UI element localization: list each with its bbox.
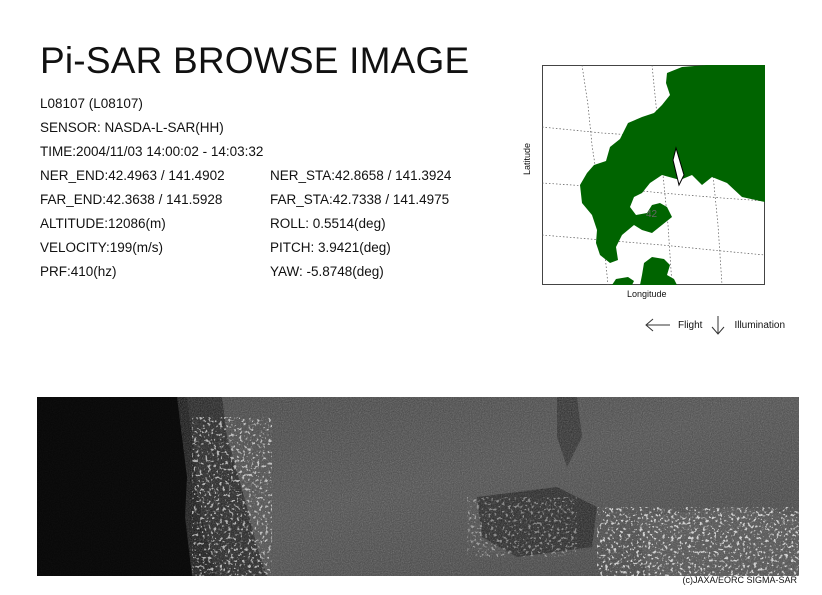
grid-label: 42 (646, 209, 658, 220)
longitude-label: Longitude (627, 289, 667, 299)
metadata-panel: L08107 (L08107) SENSOR: NASDA-L-SAR(HH) … (40, 92, 470, 284)
flight-label: Flight (678, 319, 703, 331)
far-end: FAR_END:42.3638 / 141.5928 (40, 192, 223, 207)
page-title: Pi-SAR BROWSE IMAGE (40, 40, 470, 81)
metadata-row: NER_END:42.4963 / 141.4902 NER_STA:42.86… (40, 164, 470, 188)
yaw: YAW: -5.8748(deg) (270, 264, 384, 279)
latitude-label: Latitude (522, 142, 532, 175)
map-svg: 42 (542, 65, 765, 285)
far-sta: FAR_STA:42.7338 / 141.4975 (270, 192, 450, 207)
prf: PRF:410(hz) (40, 264, 117, 279)
metadata-row: TIME:2004/11/03 14:00:02 - 14:03:32 (40, 140, 470, 164)
direction-legend: Flight Illumination (644, 314, 785, 336)
browse-page: Pi-SAR BROWSE IMAGE L08107 (L08107) SENS… (0, 0, 822, 595)
metadata-row: SENSOR: NASDA-L-SAR(HH) (40, 116, 470, 140)
sar-image (37, 397, 799, 576)
ner-end: NER_END:42.4963 / 141.4902 (40, 168, 225, 183)
metadata-row: L08107 (L08107) (40, 92, 470, 116)
metadata-row: ALTITUDE:12086(m) ROLL: 0.5514(deg) (40, 212, 470, 236)
location-map: 42 (542, 65, 765, 285)
metadata-row: VELOCITY:199(m/s) PITCH: 3.9421(deg) (40, 236, 470, 260)
roll: ROLL: 0.5514(deg) (270, 216, 386, 231)
sensor: SENSOR: NASDA-L-SAR(HH) (40, 120, 224, 135)
velocity: VELOCITY:199(m/s) (40, 240, 164, 255)
metadata-row: FAR_END:42.3638 / 141.5928 FAR_STA:42.73… (40, 188, 470, 212)
acquisition-time: TIME:2004/11/03 14:00:02 - 14:03:32 (40, 144, 264, 159)
ner-sta: NER_STA:42.8658 / 141.3924 (270, 168, 452, 183)
copyright-credit: (c)JAXA/EORC SIGMA-SAR (682, 575, 797, 585)
metadata-row: PRF:410(hz) YAW: -5.8748(deg) (40, 260, 470, 284)
arrow-left-icon (645, 318, 670, 332)
altitude: ALTITUDE:12086(m) (40, 216, 166, 231)
scene-id: L08107 (L08107) (40, 96, 143, 111)
pitch: PITCH: 3.9421(deg) (270, 240, 391, 255)
illumination-label: Illumination (734, 319, 786, 331)
sar-image-svg (37, 397, 799, 576)
arrow-down-icon (712, 316, 725, 335)
